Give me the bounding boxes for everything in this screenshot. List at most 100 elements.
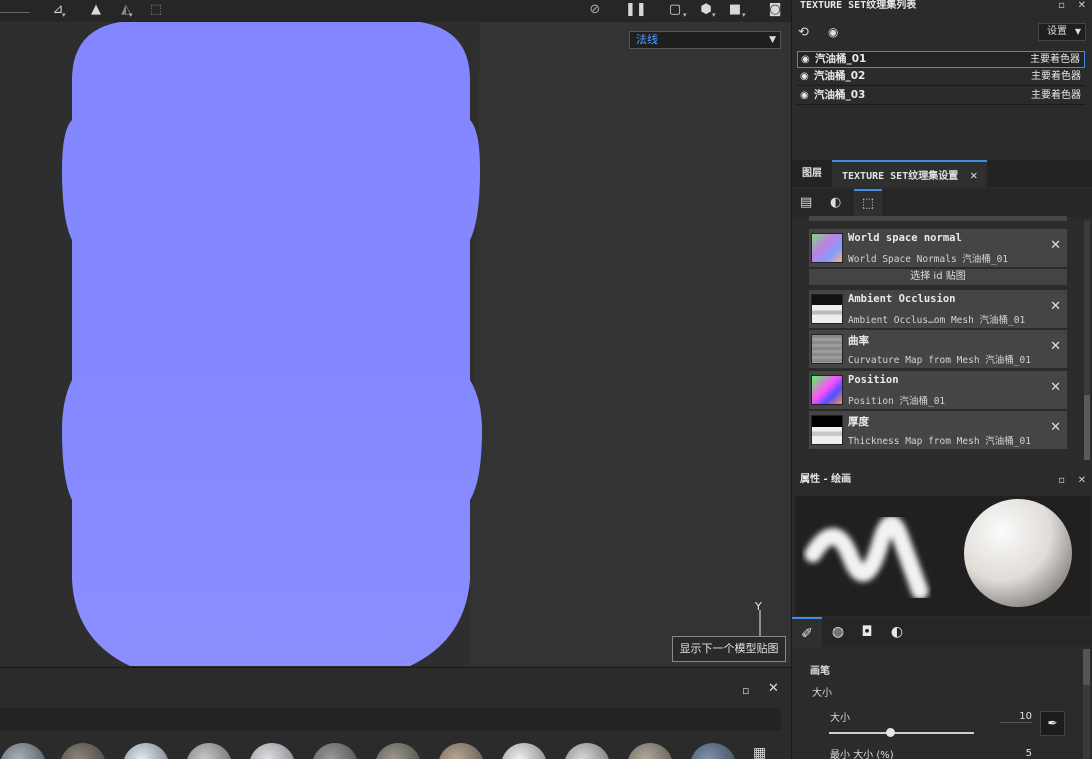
material-thumbnail[interactable] (501, 743, 547, 759)
material-thumbnail[interactable] (312, 743, 358, 759)
map-title: 曲率 (848, 335, 869, 347)
size-slider-track[interactable] (829, 732, 974, 734)
mesh-map-item[interactable]: 曲率 Curvature Map from Mesh 汽油桶_01 ✕ (809, 330, 1067, 368)
mesh-map-item[interactable]: Position Position 汽油桶_01 ✕ (809, 371, 1067, 409)
close-icon[interactable]: ✕ (1050, 380, 1061, 395)
material-thumbnail[interactable] (60, 743, 106, 759)
material-thumbnail[interactable] (123, 743, 169, 759)
maximize-icon[interactable]: ▫ (742, 684, 749, 697)
close-icon[interactable]: ✕ (768, 681, 779, 696)
eye-icon[interactable]: ◉ (828, 25, 838, 39)
app-window: ⊿ ▾ ▲ ◭ ▾ ⬚ ⊘ ❚❚ ▢ ▾ ⬢ ▾ ■ ▾ ◙ 法线 ▼ Y 显示… (0, 0, 1092, 759)
map-source: World Space Normals 汽油桶_01 (848, 254, 1009, 265)
pen-pressure-icon[interactable]: ✒ (1040, 711, 1065, 736)
settings-tab-bar: 图层 TEXTURE SET纹理集设置 ✕ (792, 160, 1092, 187)
size-slider-handle[interactable] (885, 728, 895, 737)
map-thumbnail (811, 375, 843, 405)
size-value-field[interactable]: 10 (1000, 711, 1032, 723)
tab-label: 图层 (802, 168, 822, 179)
map-item-partial (809, 216, 1067, 221)
texture-set-item[interactable]: ◉ 汽油桶_03 主要着色器 (797, 88, 1085, 105)
mesh-maps-icon[interactable]: ⬚ (854, 189, 882, 217)
3d-viewport[interactable]: ⊿ ▾ ▲ ◭ ▾ ⬚ ⊘ ❚❚ ▢ ▾ ⬢ ▾ ■ ▾ ◙ 法线 ▼ Y 显示… (0, 0, 791, 666)
tooltip: 显示下一个模型贴图 (672, 636, 786, 662)
eye-icon[interactable]: ◉ (800, 69, 814, 84)
close-icon[interactable]: ✕ (1050, 339, 1061, 354)
tab-texture-set-settings[interactable]: TEXTURE SET纹理集设置 ✕ (832, 160, 988, 187)
material-thumbnail[interactable] (627, 743, 673, 759)
map-source: Position 汽油桶_01 (848, 396, 946, 407)
visibility-toggle-icon[interactable]: ⟲ (798, 25, 809, 40)
map-title: 厚度 (848, 416, 869, 428)
properties-title: 属性 - 绘画 (800, 474, 852, 485)
eye-icon[interactable]: ◉ (801, 52, 815, 67)
close-icon[interactable]: ✕ (970, 168, 977, 182)
property-tab-bar: ✐ ◍ ◘ ◐ (792, 617, 1092, 647)
material-thumbnail[interactable] (564, 743, 610, 759)
close-icon[interactable]: ✕ (1078, 475, 1086, 486)
close-icon[interactable]: ✕ (1078, 0, 1086, 11)
brush-stroke-preview (804, 499, 1072, 607)
shader-name: 主要着色器 (1030, 54, 1080, 65)
tab-layers[interactable]: 图层 (792, 160, 832, 187)
map-source: Curvature Map from Mesh 汽油桶_01 (848, 355, 1031, 366)
map-source: Thickness Map from Mesh 汽油桶_01 (848, 436, 1031, 447)
axis-y-label: Y (754, 600, 762, 613)
brush-preview (795, 496, 1091, 616)
stencil-icon[interactable]: ◘ (852, 617, 882, 647)
right-dock: TEXTURE SET纹理集列表 ▫ ✕ ⟲ ◉ 设置 ▼ ◉ 汽油桶_01 主要着… (791, 0, 1092, 759)
material-preview-sphere (964, 499, 1072, 607)
texture-set-item[interactable]: ◉ 汽油桶_01 主要着色器 (797, 51, 1085, 68)
shelf-panel: ▫ ✕ ▦ (0, 667, 791, 759)
texture-set-list-title: TEXTURE SET纹理集列表 (800, 0, 917, 11)
settings-dropdown[interactable]: 设置 ▼ (1038, 23, 1086, 41)
material-thumbnail[interactable] (375, 743, 421, 759)
material-icon[interactable]: ◐ (882, 617, 912, 647)
brush-icon[interactable]: ✐ (792, 617, 822, 647)
alpha-icon[interactable]: ◍ (823, 617, 853, 647)
eye-icon[interactable]: ◉ (800, 88, 814, 103)
mesh-map-item[interactable]: World space normal World Space Normals 汽油… (809, 229, 1067, 267)
properties-scrollbar[interactable] (1083, 649, 1090, 759)
shelf-search-bar[interactable] (0, 708, 781, 730)
material-thumbnail[interactable] (690, 743, 736, 759)
map-source: Ambient Occlus…om Mesh 汽油桶_01 (848, 315, 1026, 326)
mesh-map-item[interactable]: Ambient Occlusion Ambient Occlus…om Mesh … (809, 290, 1067, 328)
map-title: World space normal (848, 232, 962, 244)
tab-label: TEXTURE SET纹理集设置 (842, 171, 959, 182)
material-thumbnail[interactable] (0, 743, 46, 759)
select-id-map-button[interactable]: 选择 id 贴图 (809, 269, 1067, 285)
barrel-silhouette (62, 22, 482, 666)
min-size-value-field[interactable]: 5 (1000, 748, 1032, 759)
map-thumbnail (811, 415, 843, 445)
close-icon[interactable]: ✕ (1050, 238, 1061, 253)
shader-name: 主要着色器 (1031, 90, 1081, 101)
close-icon[interactable]: ✕ (1050, 420, 1061, 435)
maps-scrollbar[interactable] (1084, 220, 1090, 460)
close-icon[interactable]: ✕ (1050, 299, 1061, 314)
shader-name: 主要着色器 (1031, 71, 1081, 82)
map-thumbnail (811, 233, 843, 263)
channel-select-value: 法线 (636, 33, 658, 46)
texture-set-name: 汽油桶_01 (815, 53, 867, 65)
chevron-down-icon: ▼ (769, 35, 776, 45)
maximize-icon[interactable]: ▫ (1058, 0, 1065, 11)
map-thumbnail (811, 294, 843, 324)
material-thumbnail[interactable] (249, 743, 295, 759)
chevron-down-icon: ▼ (1074, 27, 1081, 36)
texture-set-name: 汽油桶_03 (814, 89, 866, 101)
settings-dropdown-label: 设置 (1047, 26, 1067, 37)
map-title: Position (848, 374, 899, 386)
map-title: Ambient Occlusion (848, 293, 956, 305)
section-brush-label: 画笔 (810, 666, 830, 677)
panel-window-buttons: ▫ ✕ (1058, 475, 1086, 486)
maximize-icon[interactable]: ▫ (1058, 475, 1065, 486)
material-icon[interactable]: ◐ (830, 195, 841, 210)
material-thumbnail[interactable] (438, 743, 484, 759)
material-thumbnail[interactable] (186, 743, 232, 759)
mesh-map-item[interactable]: 厚度 Thickness Map from Mesh 汽油桶_01 ✕ (809, 411, 1067, 449)
bake-icon[interactable]: ▤ (800, 195, 812, 210)
channel-select[interactable]: 法线 ▼ (629, 31, 781, 49)
grid-view-icon[interactable]: ▦ (753, 745, 766, 759)
texture-set-item[interactable]: ◉ 汽油桶_02 主要着色器 (797, 69, 1085, 86)
